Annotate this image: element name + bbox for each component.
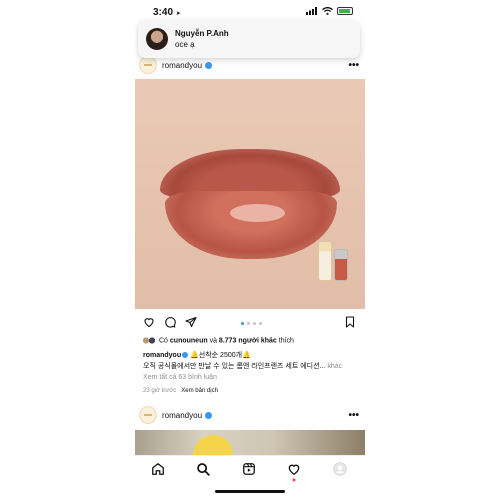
- product-tube: [318, 241, 332, 281]
- reels-icon[interactable]: [242, 462, 256, 476]
- location-icon: ➤: [175, 11, 181, 17]
- notification-sender: Nguyễn P.Anh: [175, 29, 229, 38]
- carousel-dot: [247, 322, 250, 325]
- bottom-nav: [135, 455, 365, 482]
- home-icon[interactable]: [151, 462, 165, 476]
- post-image[interactable]: [135, 79, 365, 309]
- carousel-dot: [259, 322, 262, 325]
- caption-username[interactable]: romandyou: [143, 352, 181, 359]
- verified-badge-icon: [205, 61, 213, 69]
- status-bar: 3:40 ➤: [135, 0, 365, 22]
- caption-line-1: romandyou 🔔선착순 2500개🔔: [143, 352, 251, 359]
- share-icon[interactable]: [185, 316, 197, 328]
- home-indicator: [215, 490, 285, 493]
- translate-link[interactable]: Xem bản dịch: [181, 388, 218, 394]
- bookmark-icon[interactable]: [344, 316, 356, 328]
- caption-more-link[interactable]: khác: [325, 363, 342, 370]
- view-comments-link[interactable]: Xem tất cả 63 bình luận: [143, 374, 217, 381]
- notification-avatar: [146, 28, 168, 50]
- notification-message: oce ạ: [175, 40, 195, 49]
- lips-gloss: [230, 204, 285, 222]
- search-icon[interactable]: [196, 462, 210, 476]
- post-username[interactable]: romandyou: [162, 61, 202, 70]
- battery-icon: [337, 7, 353, 15]
- post-username[interactable]: romandyou: [162, 411, 202, 420]
- notification-banner[interactable]: Nguyễn P.Anh oce ạ: [138, 20, 360, 58]
- avatar[interactable]: [139, 406, 157, 424]
- carousel-dot: [253, 322, 256, 325]
- carousel-dot: [241, 322, 244, 325]
- signal-icon: [306, 7, 317, 15]
- post-image[interactable]: [135, 430, 365, 455]
- post-header: romandyou •••: [135, 404, 365, 426]
- profile-icon[interactable]: [333, 462, 347, 476]
- heart-icon[interactable]: [143, 316, 155, 328]
- product-bottle: [334, 249, 348, 281]
- post-timestamp: 23 giờ trước Xem bản dịch: [143, 388, 218, 394]
- notification-text: Nguyễn P.Anh oce ạ: [175, 29, 229, 49]
- post-actions: [135, 314, 365, 332]
- more-options-icon[interactable]: •••: [348, 410, 359, 421]
- verified-badge-icon: [205, 411, 213, 419]
- heart-icon[interactable]: [287, 462, 301, 476]
- activity-dot-icon: [292, 478, 296, 482]
- comment-icon[interactable]: [164, 316, 176, 328]
- phone-screen: 3:40 ➤ Nguyễn P.Anh oce ạ romandyou ••• …: [135, 0, 365, 499]
- lips-lower: [165, 191, 337, 259]
- yellow-balloon: [193, 435, 233, 455]
- likes-line[interactable]: Có cunouneun và 8.773 người khác thích: [143, 337, 294, 344]
- carousel-dots: [241, 322, 262, 325]
- more-options-icon[interactable]: •••: [348, 60, 359, 71]
- wifi-icon: [322, 7, 333, 15]
- liked-by-avatars: [143, 337, 157, 344]
- liked-by-user[interactable]: cunouneun: [170, 337, 208, 344]
- caption-line-2: 오직 공식몰에서만 만날 수 있는 롬앤 라인프렌즈 세트 에디션... khá…: [143, 363, 343, 370]
- status-time: 3:40 ➤: [153, 7, 181, 18]
- avatar[interactable]: [139, 56, 157, 74]
- status-icons: [306, 7, 353, 15]
- likes-count[interactable]: 8.773 người khác: [219, 337, 277, 344]
